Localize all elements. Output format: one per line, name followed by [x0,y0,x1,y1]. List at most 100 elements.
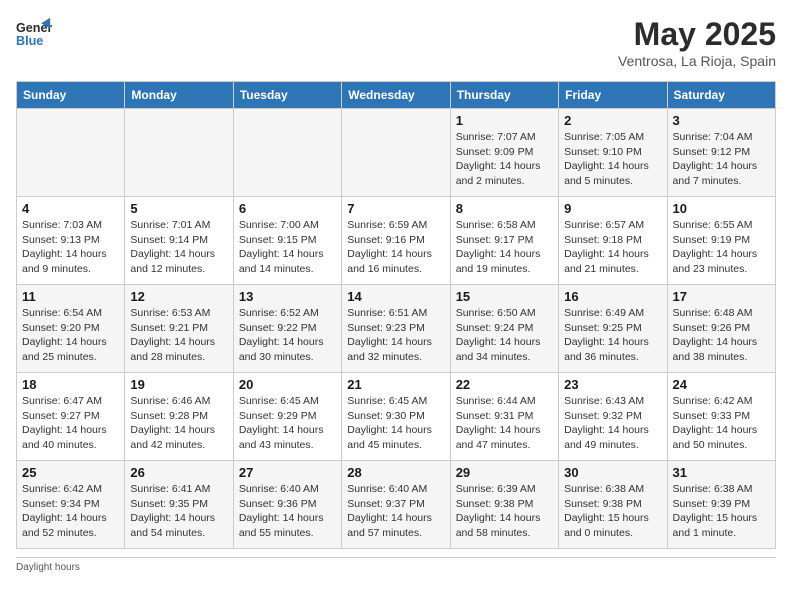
calendar-cell: 20 Sunrise: 6:45 AM Sunset: 9:29 PM Dayli… [233,373,341,461]
day-info: Sunrise: 6:51 AM Sunset: 9:23 PM Dayligh… [347,306,444,365]
day-info: Sunrise: 6:47 AM Sunset: 9:27 PM Dayligh… [22,394,119,453]
calendar-cell: 5 Sunrise: 7:01 AM Sunset: 9:14 PM Daylig… [125,197,233,285]
day-number: 10 [673,201,770,216]
day-info: Sunrise: 6:53 AM Sunset: 9:21 PM Dayligh… [130,306,227,365]
day-number: 13 [239,289,336,304]
weekday-header-row: SundayMondayTuesdayWednesdayThursdayFrid… [17,82,776,109]
day-number: 20 [239,377,336,392]
calendar-cell: 30Sunrise: 6:38 AM Sunset: 9:38 PM Dayli… [559,461,667,549]
calendar-cell [342,109,450,197]
day-number: 27 [239,465,336,480]
day-info: Sunrise: 7:04 AM Sunset: 9:12 PM Dayligh… [673,130,770,189]
daylight-note: Daylight hours [16,557,776,573]
day-number: 16 [564,289,661,304]
calendar-cell: 23 Sunrise: 6:43 AM Sunset: 9:32 PM Dayli… [559,373,667,461]
calendar-week-2: 4 Sunrise: 7:03 AM Sunset: 9:13 PM Daylig… [17,197,776,285]
calendar-cell: 7 Sunrise: 6:59 AM Sunset: 9:16 PM Daylig… [342,197,450,285]
day-number: 29 [456,465,553,480]
calendar-cell: 18 Sunrise: 6:47 AM Sunset: 9:27 PM Dayli… [17,373,125,461]
day-number: 26 [130,465,227,480]
weekday-header-thursday: Thursday [450,82,558,109]
day-info: Sunrise: 6:54 AM Sunset: 9:20 PM Dayligh… [22,306,119,365]
day-number: 25 [22,465,119,480]
calendar-cell: 3 Sunrise: 7:04 AM Sunset: 9:12 PM Daylig… [667,109,775,197]
calendar-week-1: 1Sunrise: 7:07 AM Sunset: 9:09 PM Daylig… [17,109,776,197]
day-info: Sunrise: 7:05 AM Sunset: 9:10 PM Dayligh… [564,130,661,189]
weekday-header-monday: Monday [125,82,233,109]
page-header: General Blue May 2025 Ventrosa, La Rioja… [16,16,776,69]
calendar-cell: 25 Sunrise: 6:42 AM Sunset: 9:34 PM Dayli… [17,461,125,549]
calendar-cell: 28Sunrise: 6:40 AM Sunset: 9:37 PM Dayli… [342,461,450,549]
calendar-cell: 1Sunrise: 7:07 AM Sunset: 9:09 PM Daylig… [450,109,558,197]
day-info: Sunrise: 6:40 AM Sunset: 9:36 PM Dayligh… [239,482,336,541]
day-number: 21 [347,377,444,392]
day-number: 5 [130,201,227,216]
day-number: 9 [564,201,661,216]
calendar-cell: 26 Sunrise: 6:41 AM Sunset: 9:35 PM Dayli… [125,461,233,549]
calendar-week-4: 18 Sunrise: 6:47 AM Sunset: 9:27 PM Dayli… [17,373,776,461]
day-info: Sunrise: 6:59 AM Sunset: 9:16 PM Dayligh… [347,218,444,277]
day-number: 24 [673,377,770,392]
day-info: Sunrise: 6:50 AM Sunset: 9:24 PM Dayligh… [456,306,553,365]
calendar-cell: 8 Sunrise: 6:58 AM Sunset: 9:17 PM Daylig… [450,197,558,285]
day-number: 23 [564,377,661,392]
note-label: Daylight hours [16,562,80,573]
day-info: Sunrise: 6:42 AM Sunset: 9:33 PM Dayligh… [673,394,770,453]
day-number: 31 [673,465,770,480]
day-number: 14 [347,289,444,304]
day-number: 7 [347,201,444,216]
day-info: Sunrise: 7:01 AM Sunset: 9:14 PM Dayligh… [130,218,227,277]
calendar-cell: 27 Sunrise: 6:40 AM Sunset: 9:36 PM Dayli… [233,461,341,549]
calendar-cell: 31 Sunrise: 6:38 AM Sunset: 9:39 PM Dayli… [667,461,775,549]
calendar-cell: 14 Sunrise: 6:51 AM Sunset: 9:23 PM Dayli… [342,285,450,373]
day-number: 22 [456,377,553,392]
calendar-cell: 24 Sunrise: 6:42 AM Sunset: 9:33 PM Dayli… [667,373,775,461]
day-info: Sunrise: 6:41 AM Sunset: 9:35 PM Dayligh… [130,482,227,541]
day-info: Sunrise: 6:58 AM Sunset: 9:17 PM Dayligh… [456,218,553,277]
day-info: Sunrise: 6:57 AM Sunset: 9:18 PM Dayligh… [564,218,661,277]
day-info: Sunrise: 6:44 AM Sunset: 9:31 PM Dayligh… [456,394,553,453]
day-info: Sunrise: 6:39 AM Sunset: 9:38 PM Dayligh… [456,482,553,541]
day-number: 8 [456,201,553,216]
weekday-header-saturday: Saturday [667,82,775,109]
day-number: 18 [22,377,119,392]
calendar-cell: 13Sunrise: 6:52 AM Sunset: 9:22 PM Dayli… [233,285,341,373]
day-info: Sunrise: 6:55 AM Sunset: 9:19 PM Dayligh… [673,218,770,277]
day-info: Sunrise: 6:49 AM Sunset: 9:25 PM Dayligh… [564,306,661,365]
svg-text:Blue: Blue [16,34,43,48]
calendar-cell [233,109,341,197]
day-info: Sunrise: 7:07 AM Sunset: 9:09 PM Dayligh… [456,130,553,189]
day-number: 15 [456,289,553,304]
weekday-header-sunday: Sunday [17,82,125,109]
calendar-cell: 22 Sunrise: 6:44 AM Sunset: 9:31 PM Dayli… [450,373,558,461]
day-number: 12 [130,289,227,304]
calendar-cell: 10 Sunrise: 6:55 AM Sunset: 9:19 PM Dayli… [667,197,775,285]
calendar-cell: 15 Sunrise: 6:50 AM Sunset: 9:24 PM Dayli… [450,285,558,373]
day-info: Sunrise: 6:38 AM Sunset: 9:39 PM Dayligh… [673,482,770,541]
calendar-cell: 17Sunrise: 6:48 AM Sunset: 9:26 PM Dayli… [667,285,775,373]
day-number: 28 [347,465,444,480]
day-info: Sunrise: 6:45 AM Sunset: 9:29 PM Dayligh… [239,394,336,453]
title-block: May 2025 Ventrosa, La Rioja, Spain [618,16,776,69]
day-info: Sunrise: 6:43 AM Sunset: 9:32 PM Dayligh… [564,394,661,453]
day-number: 6 [239,201,336,216]
day-info: Sunrise: 6:42 AM Sunset: 9:34 PM Dayligh… [22,482,119,541]
calendar-cell: 9 Sunrise: 6:57 AM Sunset: 9:18 PM Daylig… [559,197,667,285]
weekday-header-tuesday: Tuesday [233,82,341,109]
calendar-cell: 2 Sunrise: 7:05 AM Sunset: 9:10 PM Daylig… [559,109,667,197]
day-number: 2 [564,113,661,128]
logo: General Blue [16,16,52,52]
calendar-table: SundayMondayTuesdayWednesdayThursdayFrid… [16,81,776,549]
day-number: 4 [22,201,119,216]
day-info: Sunrise: 6:45 AM Sunset: 9:30 PM Dayligh… [347,394,444,453]
day-number: 19 [130,377,227,392]
day-number: 11 [22,289,119,304]
location-subtitle: Ventrosa, La Rioja, Spain [618,53,776,69]
weekday-header-friday: Friday [559,82,667,109]
calendar-cell: 19Sunrise: 6:46 AM Sunset: 9:28 PM Dayli… [125,373,233,461]
calendar-cell [17,109,125,197]
day-info: Sunrise: 7:03 AM Sunset: 9:13 PM Dayligh… [22,218,119,277]
day-info: Sunrise: 6:48 AM Sunset: 9:26 PM Dayligh… [673,306,770,365]
day-info: Sunrise: 6:38 AM Sunset: 9:38 PM Dayligh… [564,482,661,541]
day-number: 3 [673,113,770,128]
